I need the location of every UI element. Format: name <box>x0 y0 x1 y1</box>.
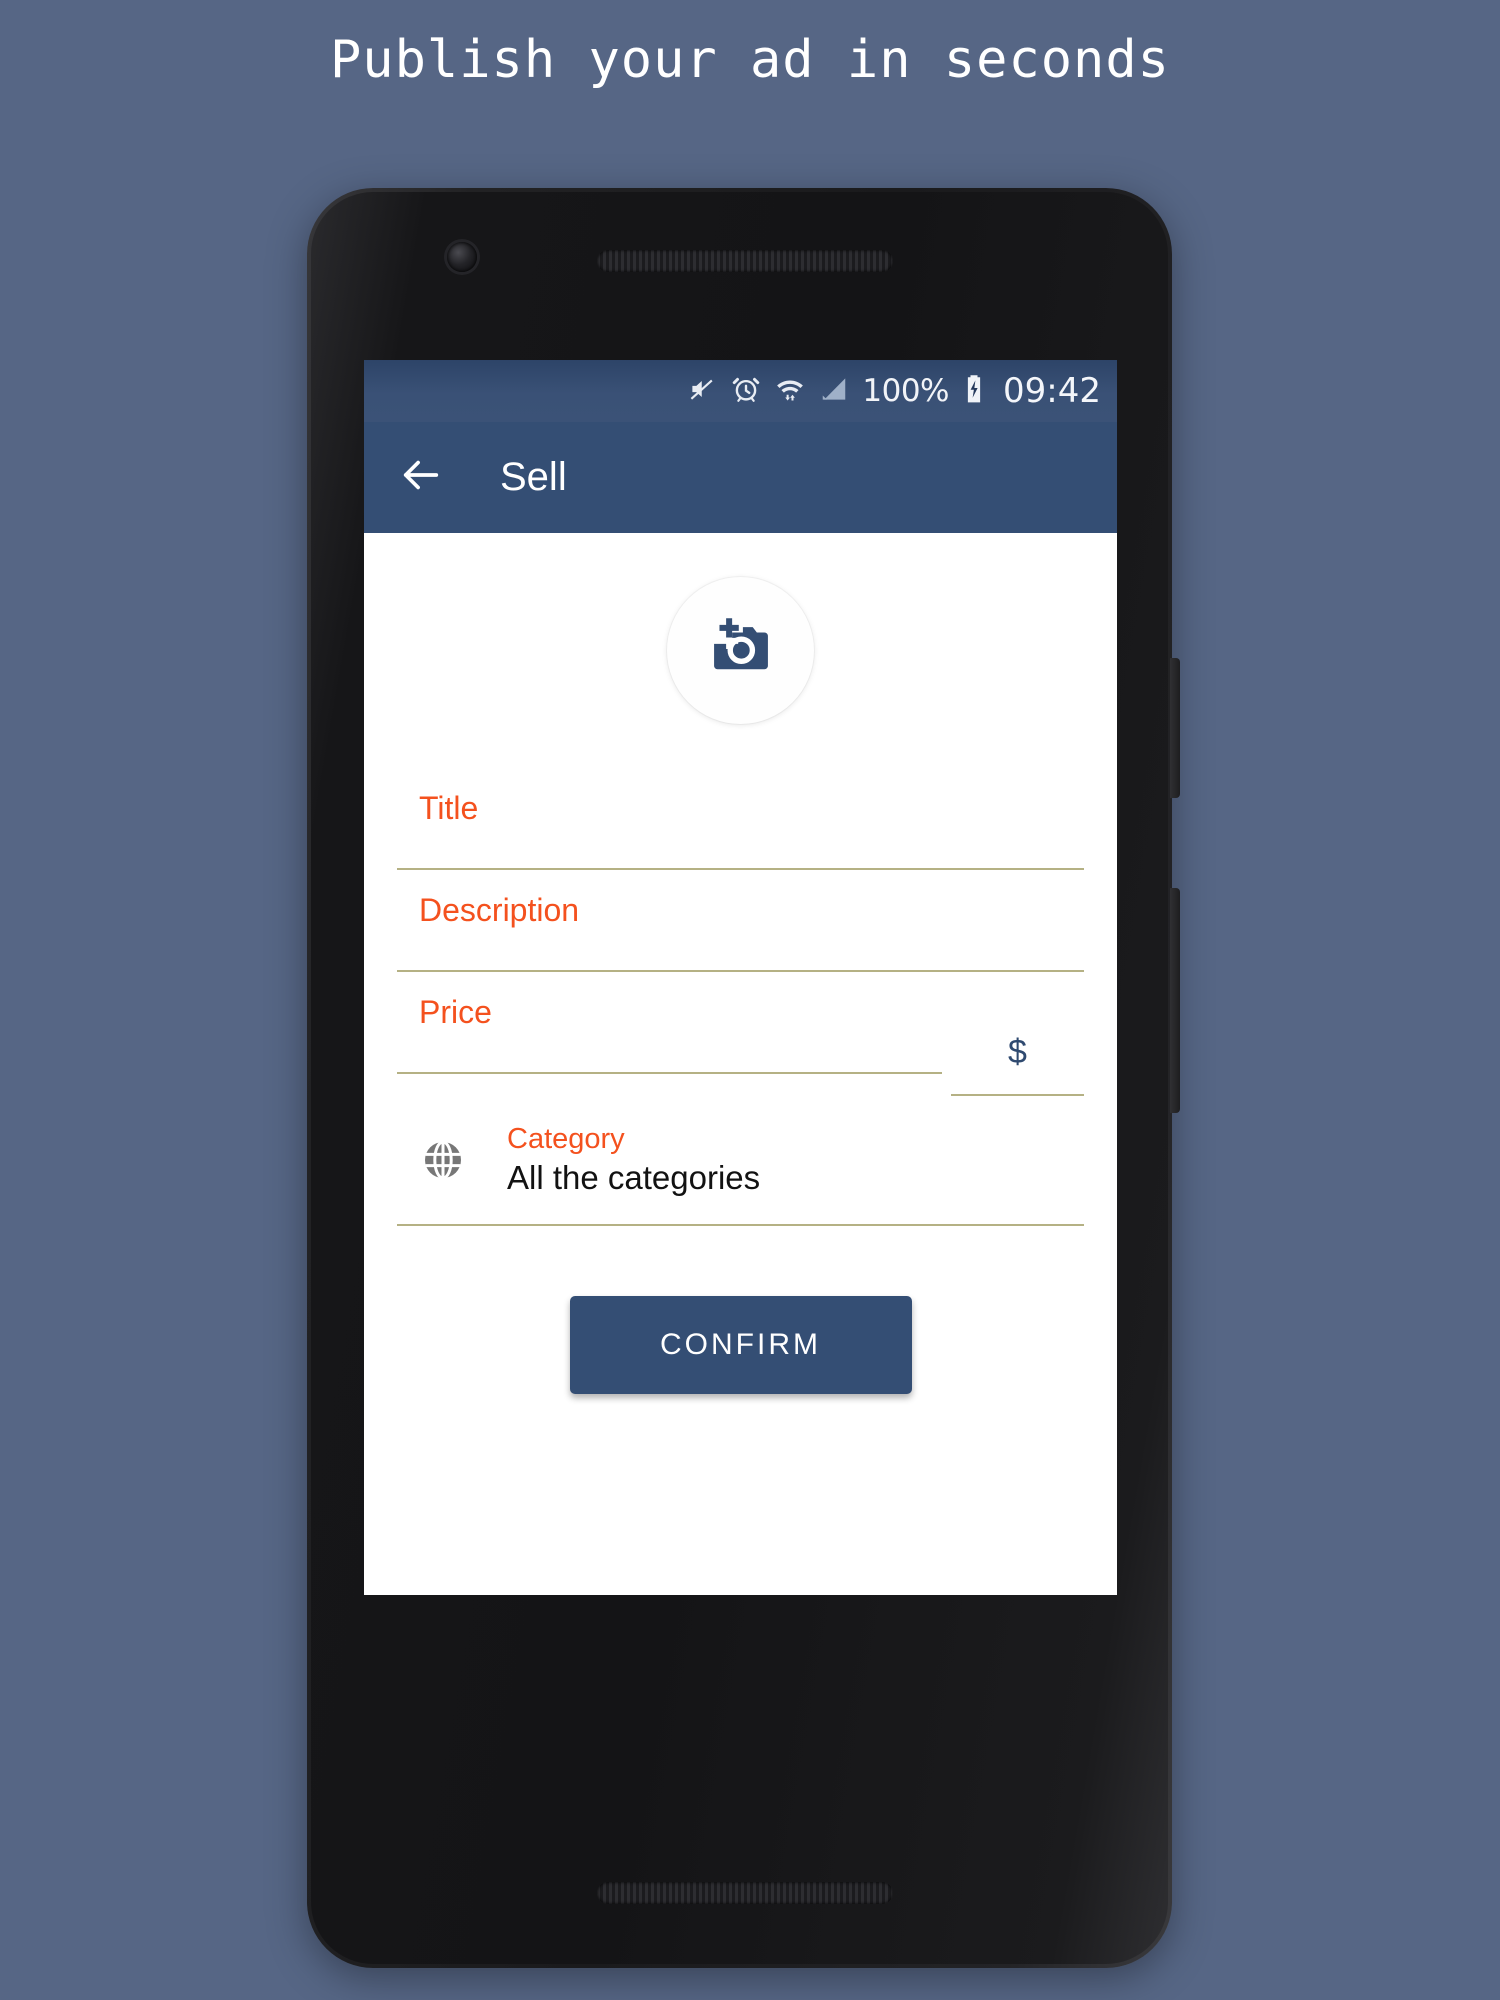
category-selector[interactable]: Category All the categories <box>397 1096 1084 1226</box>
app-bar: Sell <box>364 422 1117 533</box>
category-value: All the categories <box>507 1159 761 1196</box>
title-field-row[interactable]: Title <box>397 768 1084 870</box>
phone-mockup: 100% 09:42 Sell Title Description Price … <box>307 188 1180 1968</box>
form-content: Title Description Price $ Category All t… <box>364 533 1117 1595</box>
currency-symbol-label: $ <box>1008 1033 1027 1071</box>
page-headline: Publish your ad in seconds <box>330 30 1170 90</box>
price-input[interactable] <box>419 1030 932 1066</box>
back-arrow-icon <box>398 452 444 503</box>
title-field-label: Title <box>419 790 479 826</box>
earpiece-speaker <box>597 250 893 272</box>
page-title: Sell <box>500 455 567 499</box>
battery-percent-label: 100% <box>862 373 950 409</box>
battery-charging-icon <box>962 374 986 409</box>
description-field-label: Description <box>419 892 580 928</box>
mute-icon <box>688 374 718 409</box>
alarm-icon <box>731 374 761 409</box>
listing-form: Title Description Price $ Category All t… <box>364 768 1117 1226</box>
clock-label: 09:42 <box>1003 371 1101 411</box>
status-bar: 100% 09:42 <box>364 360 1117 422</box>
wifi-icon <box>774 374 806 409</box>
currency-selector[interactable]: $ <box>951 994 1084 1096</box>
description-input[interactable] <box>419 928 1074 964</box>
confirm-button[interactable]: CONFIRM <box>569 1296 912 1394</box>
category-texts: Category All the categories <box>507 1123 760 1197</box>
volume-button[interactable] <box>1170 888 1180 1113</box>
phone-screen: 100% 09:42 Sell Title Description Price … <box>364 360 1117 1595</box>
description-field-row[interactable]: Description <box>397 870 1084 972</box>
power-button[interactable] <box>1170 658 1180 798</box>
add-photo-camera-icon <box>703 610 779 691</box>
price-field-label: Price <box>419 994 492 1030</box>
add-photo-button[interactable] <box>667 577 814 724</box>
front-camera-icon <box>447 242 477 272</box>
category-label: Category <box>507 1123 625 1155</box>
signal-icon <box>819 374 849 409</box>
title-input[interactable] <box>419 826 1074 862</box>
price-row: Price $ <box>397 972 1084 1096</box>
price-field-row[interactable]: Price <box>397 972 942 1074</box>
globe-icon <box>419 1136 467 1184</box>
photo-picker-area <box>364 533 1117 724</box>
bottom-speaker <box>597 1882 893 1904</box>
confirm-button-area: CONFIRM <box>364 1296 1117 1394</box>
back-button[interactable] <box>390 447 452 509</box>
